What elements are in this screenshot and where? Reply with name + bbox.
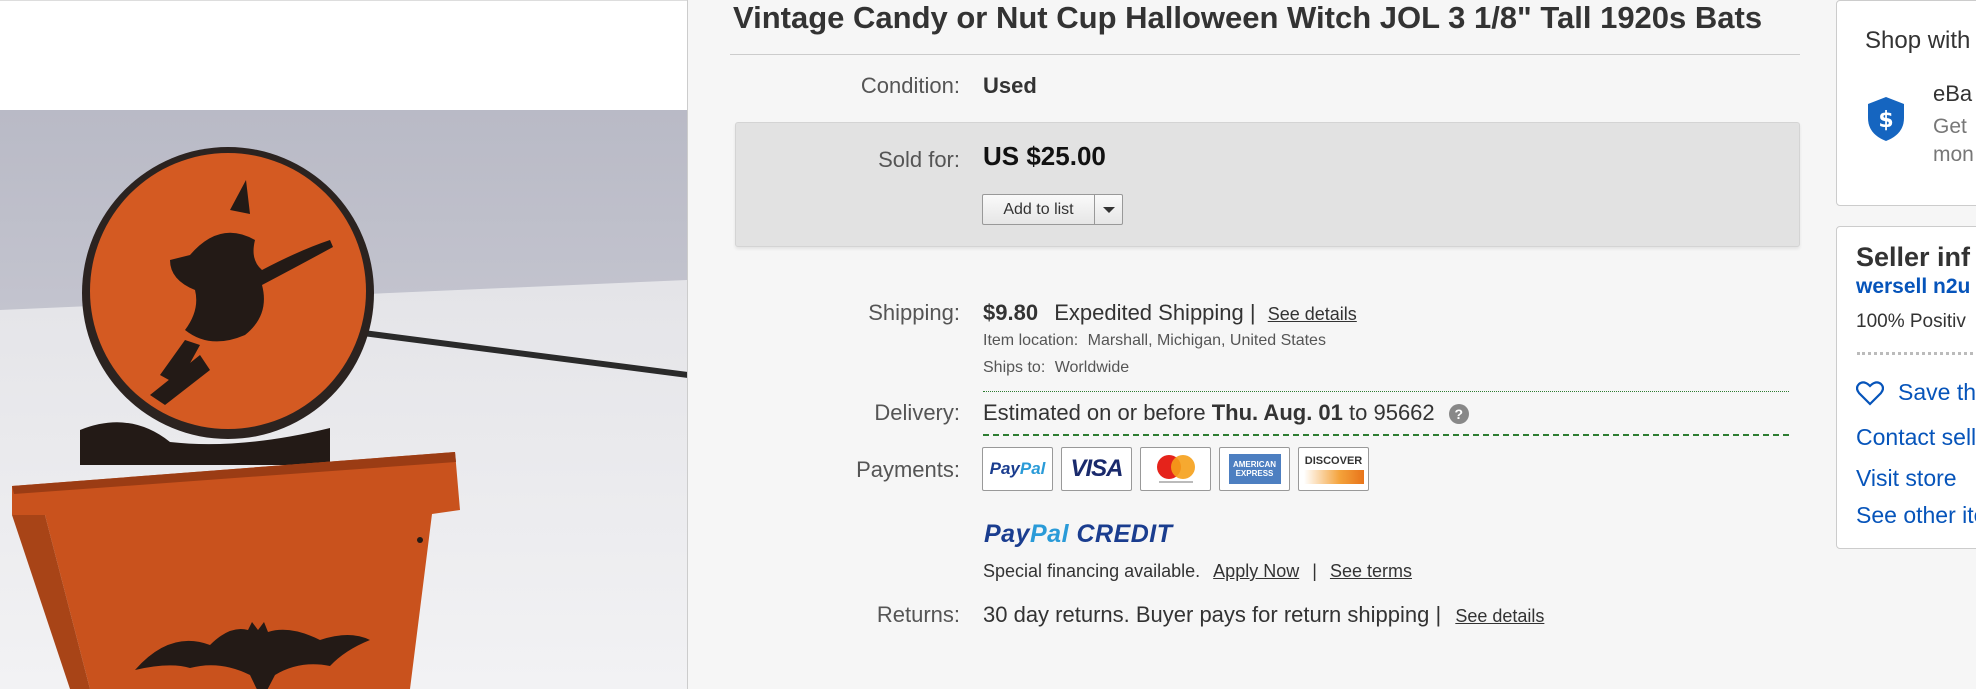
mastercard-card-icon	[1140, 447, 1211, 491]
sold-price-box	[735, 122, 1800, 247]
visa-card-icon: VISA	[1061, 447, 1132, 491]
item-photo[interactable]	[0, 110, 687, 689]
delivery-divider	[983, 434, 1789, 436]
ships-to-label: Ships to:	[983, 359, 1046, 376]
discover-card-icon: DISCOVER	[1298, 447, 1369, 491]
item-location-label: Item location:	[983, 332, 1079, 349]
shipping-line: $9.80 Expedited Shipping | See details	[983, 300, 1357, 326]
paypal-credit-pay: Pay	[984, 520, 1030, 548]
seller-divider	[1857, 352, 1976, 355]
see-other-items-link[interactable]: See other ite	[1856, 502, 1976, 529]
gallery-header	[0, 0, 687, 110]
paypal-credit-pal: Pal	[1029, 520, 1070, 548]
shop-box-line1: eBa	[1933, 81, 1973, 106]
save-seller-label: Save th	[1898, 379, 1976, 405]
item-title: Vintage Candy or Nut Cup Halloween Witch…	[733, 0, 1763, 35]
paypal-credit-part2: CREDIT	[1076, 520, 1173, 548]
financing-text: Special financing available.	[983, 561, 1201, 581]
amex-logo: AMERICAN EXPRESS	[1228, 454, 1281, 484]
see-terms-link[interactable]: See terms	[1330, 561, 1412, 581]
image-gallery	[0, 0, 688, 689]
seller-feedback: 100% Positiv	[1856, 311, 1966, 332]
shop-box-title: Shop with	[1865, 27, 1971, 54]
payments-label: Payments:	[856, 457, 960, 482]
svg-text:$: $	[1878, 108, 1893, 133]
heart-icon	[1856, 380, 1884, 406]
sold-label: Sold for:	[878, 147, 960, 172]
add-to-list-dropdown[interactable]	[1095, 195, 1122, 224]
visa-logo: VISA	[1070, 455, 1123, 482]
condition-label: Condition:	[860, 73, 960, 98]
amex-card-icon: AMERICAN EXPRESS	[1219, 447, 1290, 491]
shipping-label: Shipping:	[868, 300, 960, 325]
financing-line: Special financing available. Apply Now |…	[983, 561, 1412, 582]
contact-seller-link[interactable]: Contact sell	[1856, 424, 1976, 451]
delivery-label: Delivery:	[874, 400, 960, 425]
shipping-cost: $9.80	[983, 300, 1039, 325]
paypal-credit-part1: PayPal	[984, 520, 1069, 548]
visit-store-link[interactable]: Visit store	[1856, 465, 1957, 492]
seller-info-panel: Seller inf wersell n2u 100% Positiv Save…	[1836, 226, 1976, 549]
add-to-list-label: Add to list	[983, 195, 1095, 224]
discover-stripe	[1303, 469, 1364, 484]
shipping-details-link[interactable]: See details	[1268, 304, 1357, 324]
delivery-line: Estimated on or before Thu. Aug. 01 to 9…	[983, 400, 1469, 426]
seller-name-link[interactable]: wersell n2u	[1856, 275, 1970, 299]
returns-details-link[interactable]: See details	[1455, 606, 1544, 626]
returns-line: 30 day returns. Buyer pays for return sh…	[983, 602, 1544, 628]
shop-box-line2: Get	[1933, 115, 1967, 138]
chevron-down-icon	[1102, 206, 1115, 213]
sold-price: US $25.00	[983, 141, 1106, 171]
condition-value: Used	[983, 73, 1037, 98]
returns-text: 30 day returns. Buyer pays for return sh…	[983, 602, 1442, 627]
money-back-shield-icon: $	[1868, 97, 1904, 141]
help-icon[interactable]: ?	[1448, 404, 1469, 425]
item-photo-image	[0, 110, 687, 689]
delivery-zip: to 95662	[1349, 400, 1435, 425]
returns-label: Returns:	[876, 602, 960, 627]
title-divider	[730, 54, 1800, 55]
apply-now-link[interactable]: Apply Now	[1213, 561, 1299, 581]
payment-cards: PayPal VISA AMERICAN EXPRESS DISCOVER	[982, 447, 1369, 491]
mastercard-logo	[1156, 455, 1195, 483]
save-seller-button[interactable]: Save th	[1856, 379, 1976, 406]
shop-confidence-panel: Shop with $ eBa Get mon	[1836, 0, 1976, 206]
ships-to-line: Ships to: Worldwide	[983, 359, 1129, 377]
discover-logo: DISCOVER	[1304, 454, 1363, 467]
listing-page: Vintage Candy or Nut Cup Halloween Witch…	[0, 0, 1976, 689]
item-location: Marshall, Michigan, United States	[1087, 332, 1326, 349]
shipping-method: Expedited Shipping |	[1054, 300, 1256, 325]
seller-info-title: Seller inf	[1856, 242, 1971, 272]
paypal-credit-logo: PayPal CREDIT	[984, 520, 1173, 549]
ships-to: Worldwide	[1054, 359, 1130, 376]
delivery-prefix: Estimated on or before	[983, 400, 1206, 425]
paypal-logo: PayPal	[989, 459, 1046, 478]
financing-separator: |	[1312, 561, 1317, 581]
paypal-card-icon: PayPal	[982, 447, 1053, 491]
add-to-list-button[interactable]: Add to list	[982, 194, 1123, 225]
item-details: Vintage Candy or Nut Cup Halloween Witch…	[730, 0, 1800, 689]
delivery-date: Thu. Aug. 01	[1211, 400, 1343, 425]
shipping-divider	[983, 391, 1789, 392]
item-location-line: Item location: Marshall, Michigan, Unite…	[983, 332, 1326, 350]
shop-box-line3: mon	[1933, 143, 1974, 166]
